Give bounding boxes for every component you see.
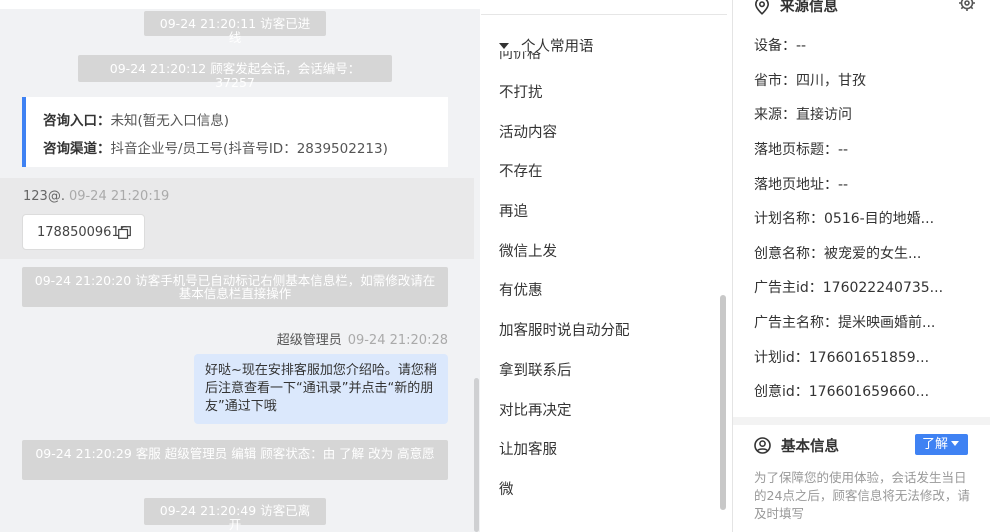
info-creative-name: 创意名称：被宠爱的女生... <box>754 246 922 262</box>
phrase-item-partial[interactable]: 问价格 <box>499 51 619 62</box>
incoming-time: 09-24 21:20:19 <box>68 189 170 204</box>
outgoing-message-bubble: 好哒~现在安排客服加您介绍哈。请您稍后注意查看一下“通讯录”并点击“新的朋友”通… <box>194 354 448 424</box>
copy-icon[interactable] <box>118 226 131 239</box>
user-circle-icon <box>754 437 771 454</box>
outgoing-message-meta: 超级管理员 09-24 21:20:28 <box>277 329 448 348</box>
phrase-item[interactable]: 有优惠 <box>481 272 721 312</box>
section-separator <box>733 417 990 425</box>
phrase-item[interactable]: 不存在 <box>481 153 721 193</box>
chat-scrollbar[interactable] <box>474 378 479 532</box>
info-source: 来源：直接访问 <box>754 107 852 123</box>
phrases-list: 不打扰 活动内容 不存在 再追 微信上发 有优惠 加客服时说自动分配 拿到联系后… <box>481 74 721 511</box>
info-advertiser-id: 广告主id：176022240735... <box>754 280 944 296</box>
system-message-entered: 09-24 21:20:11 访客已进线 <box>144 11 326 45</box>
location-pin-icon <box>754 0 770 15</box>
info-device: 设备：-- <box>754 38 807 54</box>
system-message-status-change: 09-24 21:20:29 客服 超级管理员 编辑 顾客状态：由 了解 改为 … <box>22 440 448 480</box>
info-province: 省市：四川，甘孜 <box>754 73 866 89</box>
phrase-item[interactable]: 微信上发 <box>481 233 721 273</box>
phrase-item[interactable]: 拿到联系后 <box>481 352 721 392</box>
phrases-scrollbar[interactable] <box>720 295 726 510</box>
outgoing-time: 09-24 21:20:28 <box>347 333 448 348</box>
consult-channel-value: 抖音企业号/员工号(抖音号ID：2839502213) <box>110 141 388 157</box>
basic-info-header: 基本信息 <box>754 435 839 456</box>
phrase-item[interactable]: 活动内容 <box>481 114 721 154</box>
chat-panel: 09-24 21:20:11 访客已进线 09-24 21:20:12 顾客发起… <box>0 0 480 532</box>
system-message-left: 09-24 21:20:49 访客已离开 <box>144 498 326 532</box>
chat-top-band <box>0 0 480 9</box>
phrases-panel: 个人常用语 问价格 不打扰 活动内容 不存在 再追 微信上发 有优惠 加客服时说… <box>481 0 727 532</box>
phone-number: 17885009616 <box>37 225 128 240</box>
phrase-item[interactable]: 再追 <box>481 193 721 233</box>
incoming-sender: 123@. <box>23 189 65 204</box>
consult-card: 咨询入口：未知(暂无入口信息) 咨询渠道：抖音企业号/员工号(抖音号ID：283… <box>22 97 448 167</box>
info-plan-id: 计划id：176601651859... <box>754 350 930 366</box>
consult-entry-label: 咨询入口： <box>43 113 111 129</box>
outgoing-sender: 超级管理员 <box>276 333 342 348</box>
consult-channel-row: 咨询渠道：抖音企业号/员工号(抖音号ID：2839502213) <box>43 135 448 163</box>
caret-down-icon <box>499 43 509 49</box>
info-landing-url: 落地页地址：-- <box>754 177 849 193</box>
info-landing-title: 落地页标题：-- <box>754 142 849 158</box>
customer-info-panel: 来源信息 设备：-- 省市：四川，甘孜 来源：直接访问 落地页标题：-- 落地页… <box>733 0 990 532</box>
incoming-phone-bubble[interactable]: 17885009616 <box>22 214 145 250</box>
workspace: 09-24 21:20:11 访客已进线 09-24 21:20:12 顾客发起… <box>0 0 990 532</box>
consult-entry-row: 咨询入口：未知(暂无入口信息) <box>43 107 448 135</box>
source-info-title: 来源信息 <box>780 0 838 15</box>
phrase-item[interactable]: 微 <box>481 471 721 511</box>
incoming-message-meta: 123@. 09-24 21:20:19 <box>23 189 169 204</box>
phrase-item[interactable]: 不打扰 <box>481 74 721 114</box>
info-plan-name: 计划名称：0516-目的地婚... <box>754 211 935 227</box>
chevron-down-icon <box>951 441 960 446</box>
phrase-item[interactable]: 加客服时说自动分配 <box>481 312 721 352</box>
info-creative-id: 创意id：176601659660... <box>754 384 930 400</box>
customer-status-value: 了解 <box>922 437 949 452</box>
gear-icon[interactable] <box>958 0 976 12</box>
basic-info-notice: 为了保障您的使用体验，会话发生当日的24点之后，顾客信息将无法修改，请及时填写 <box>754 470 970 521</box>
consult-channel-label: 咨询渠道： <box>43 141 111 157</box>
source-info-header: 来源信息 <box>754 0 838 16</box>
phrases-top-border <box>481 14 727 15</box>
phrase-item[interactable]: 让加客服 <box>481 431 721 471</box>
basic-info-title: 基本信息 <box>781 439 839 455</box>
consult-entry-value: 未知(暂无入口信息) <box>110 113 230 129</box>
system-message-phone-note: 09-24 21:20:20 访客手机号已自动标记右侧基本信息栏，如需修改请在基… <box>22 267 448 307</box>
phrase-item[interactable]: 对比再决定 <box>481 392 721 432</box>
info-advertiser-name: 广告主名称：提米映画婚前... <box>754 315 936 331</box>
customer-status-dropdown[interactable]: 了解 <box>915 434 968 455</box>
system-message-session: 09-24 21:20:12 顾客发起会话，会话编号：37257 <box>78 55 392 90</box>
